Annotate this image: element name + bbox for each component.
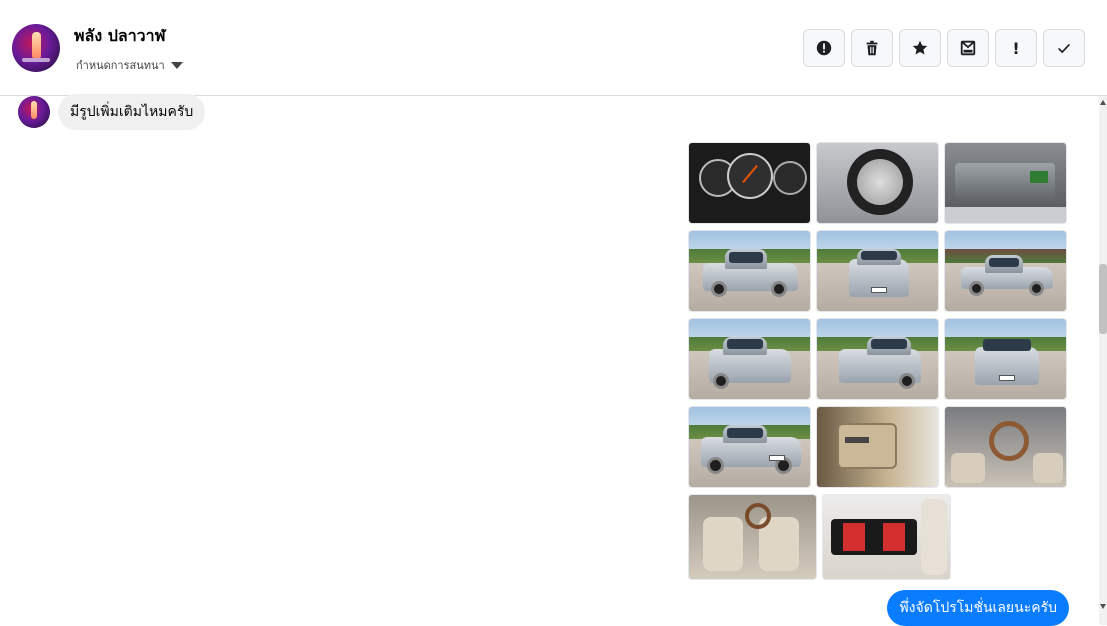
star-button[interactable] bbox=[899, 29, 941, 67]
sender-avatar[interactable] bbox=[18, 96, 50, 128]
incoming-message-bubble[interactable]: มีรูปเพิ่มเติมไหมครับ bbox=[58, 94, 206, 130]
scroll-up-icon[interactable] bbox=[1100, 100, 1106, 105]
done-button[interactable] bbox=[1043, 29, 1085, 67]
check-icon bbox=[1058, 43, 1070, 54]
photo-front[interactable] bbox=[944, 318, 1067, 400]
photo-seats[interactable] bbox=[688, 494, 817, 580]
envelope-icon bbox=[960, 40, 976, 56]
trash-icon bbox=[866, 40, 878, 56]
conversation-menu[interactable]: กำหนดการสนทนา bbox=[76, 56, 183, 74]
photo-door[interactable] bbox=[816, 406, 939, 488]
star-icon bbox=[912, 40, 928, 55]
photo-front-left[interactable] bbox=[688, 230, 811, 312]
photo-rear-left[interactable] bbox=[688, 318, 811, 400]
outgoing-message-bubble[interactable]: พึ่งจัดโปรโมชั่นเลยนะครับ bbox=[887, 590, 1069, 626]
caret-down-icon bbox=[170, 61, 183, 69]
unread-button[interactable] bbox=[947, 29, 989, 67]
contact-name[interactable]: พลัง ปลาวาฬ bbox=[74, 24, 166, 49]
delete-button[interactable] bbox=[851, 29, 893, 67]
photo-steering[interactable] bbox=[944, 406, 1067, 488]
conversation-header: พลัง ปลาวาฬ กำหนดการสนทนา ! bbox=[0, 0, 1107, 96]
action-toolbar: ! bbox=[803, 29, 1085, 67]
photo-wheel[interactable] bbox=[816, 142, 939, 224]
scrollbar-thumb[interactable] bbox=[1099, 264, 1107, 334]
photo-side[interactable] bbox=[944, 230, 1067, 312]
photo-engine[interactable] bbox=[944, 142, 1067, 224]
contact-avatar[interactable] bbox=[12, 24, 60, 72]
photo-rear[interactable] bbox=[816, 230, 939, 312]
incoming-message: มีรูปเพิ่มเติมไหมครับ bbox=[18, 94, 206, 130]
photo-seat-cover[interactable] bbox=[822, 494, 951, 580]
exclamation-circle-icon bbox=[816, 40, 832, 56]
photo-rear-right[interactable] bbox=[816, 318, 939, 400]
photo-dashboard[interactable] bbox=[688, 142, 811, 224]
conversation-menu-label: กำหนดการสนทนา bbox=[76, 59, 165, 72]
follow-up-button[interactable]: ! bbox=[995, 29, 1037, 67]
exclamation-icon: ! bbox=[1012, 38, 1020, 58]
photo-front-angle[interactable] bbox=[688, 406, 811, 488]
scroll-down-icon[interactable] bbox=[1100, 604, 1106, 609]
spam-button[interactable] bbox=[803, 29, 845, 67]
scrollbar[interactable] bbox=[1099, 96, 1107, 625]
